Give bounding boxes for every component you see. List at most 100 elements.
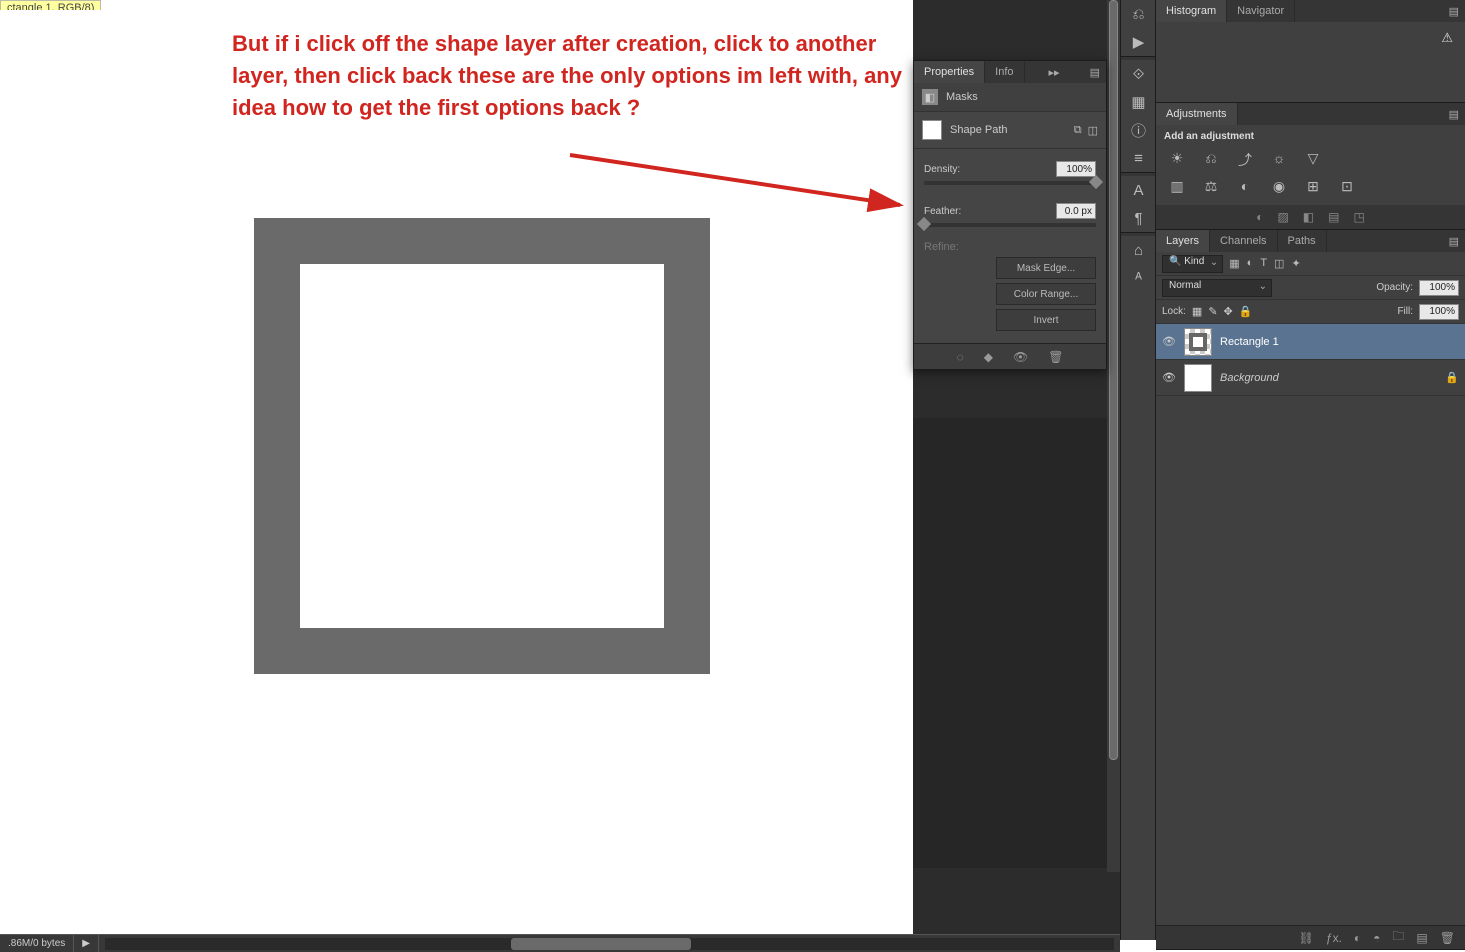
gradient-map-icon[interactable]: ▤ bbox=[1328, 210, 1339, 224]
layer-row-rectangle-1[interactable]: 👁 Rectangle 1 bbox=[1156, 324, 1465, 360]
density-slider[interactable] bbox=[924, 181, 1096, 185]
disable-mask-icon[interactable]: 👁 bbox=[1013, 350, 1028, 364]
mask-edge-button[interactable]: Mask Edge... bbox=[996, 257, 1096, 279]
blend-mode-select[interactable]: Normal bbox=[1162, 279, 1272, 297]
layer-name[interactable]: Background bbox=[1220, 372, 1279, 384]
history-icon[interactable]: ⎌ bbox=[1121, 0, 1156, 28]
balance-icon[interactable]: ⚖ bbox=[1200, 178, 1222, 195]
tab-paths[interactable]: Paths bbox=[1278, 230, 1327, 252]
canvas[interactable]: But if i click off the shape layer after… bbox=[0, 10, 913, 870]
tab-properties[interactable]: Properties bbox=[914, 61, 985, 83]
apply-mask-icon[interactable]: ◆ bbox=[984, 350, 993, 364]
filter-shape-icon[interactable]: ◫ bbox=[1274, 257, 1284, 270]
tab-channels[interactable]: Channels bbox=[1210, 230, 1277, 252]
layers-icon[interactable]: ≡ bbox=[1121, 144, 1156, 172]
invert-adj-icon[interactable]: ◐ bbox=[1256, 210, 1263, 224]
histogram-warning-icon[interactable]: ⚠ bbox=[1441, 30, 1453, 46]
properties-panel: Properties Info ▸▸ ▤ ◧ Masks Shape Path … bbox=[913, 60, 1107, 370]
panel-menu-icon[interactable]: ▤ bbox=[1084, 66, 1106, 79]
delete-mask-icon[interactable]: 🗑 bbox=[1048, 350, 1063, 364]
swatches-icon[interactable]: ▦ bbox=[1121, 88, 1156, 116]
channel-mixer-icon[interactable]: ⊞ bbox=[1302, 178, 1324, 195]
status-arrow-icon[interactable]: ▶ bbox=[74, 935, 99, 952]
load-selection-icon[interactable]: ◌ bbox=[957, 350, 964, 364]
bw-icon[interactable]: ◐ bbox=[1234, 178, 1256, 195]
fx-icon[interactable]: ƒx. bbox=[1326, 931, 1342, 945]
filter-type-icon[interactable]: T bbox=[1260, 257, 1267, 270]
tab-adjustments[interactable]: Adjustments bbox=[1156, 103, 1238, 125]
threshold-icon[interactable]: ◧ bbox=[1303, 210, 1314, 224]
density-input[interactable]: 100% bbox=[1056, 161, 1096, 177]
curves-icon[interactable]: ⤴ bbox=[1234, 150, 1256, 170]
feather-slider[interactable] bbox=[924, 223, 1096, 227]
filter-smart-icon[interactable]: ✦ bbox=[1291, 257, 1300, 270]
visibility-icon[interactable]: 👁 bbox=[1162, 335, 1176, 348]
layer-row-background[interactable]: 👁 Background 🔒 bbox=[1156, 360, 1465, 396]
select-mask-icon[interactable]: ◫ bbox=[1088, 124, 1098, 137]
glyphs-icon[interactable]: ᴬ bbox=[1121, 264, 1156, 292]
vibrance-icon[interactable]: ▽ bbox=[1302, 150, 1324, 170]
layer-name[interactable]: Rectangle 1 bbox=[1220, 336, 1279, 348]
tab-histogram[interactable]: Histogram bbox=[1156, 0, 1227, 22]
horizontal-scrollbar[interactable] bbox=[105, 938, 1114, 950]
group-icon[interactable]: 🗀 bbox=[1392, 927, 1404, 948]
hue-icon[interactable]: ▥ bbox=[1166, 178, 1188, 195]
filter-kind-select[interactable]: 🔍 Kind bbox=[1162, 255, 1223, 273]
filter-pixel-icon[interactable]: ▦ bbox=[1229, 257, 1239, 270]
fill-label: Fill: bbox=[1397, 306, 1413, 317]
lock-image-icon[interactable]: ✎ bbox=[1208, 305, 1217, 318]
vertical-scrollbar[interactable] bbox=[1107, 0, 1120, 872]
selective-color-icon[interactable]: ◳ bbox=[1353, 210, 1364, 224]
lock-position-icon[interactable]: ✥ bbox=[1224, 305, 1233, 318]
invert-button[interactable]: Invert bbox=[996, 309, 1096, 331]
layer-thumb[interactable] bbox=[1184, 364, 1212, 392]
character-icon[interactable]: A bbox=[1121, 176, 1156, 204]
delete-layer-icon[interactable]: 🗑 bbox=[1440, 931, 1455, 945]
rectangle-shape[interactable] bbox=[254, 218, 710, 674]
doc-size-label[interactable]: .86M/0 bytes bbox=[0, 935, 74, 952]
lock-icon: 🔒 bbox=[1445, 371, 1459, 384]
color-range-button[interactable]: Color Range... bbox=[996, 283, 1096, 305]
add-adjustment-label: Add an adjustment bbox=[1164, 131, 1457, 142]
paragraph-icon[interactable]: ¶ bbox=[1121, 204, 1156, 232]
new-layer-icon[interactable]: ▤ bbox=[1416, 931, 1427, 945]
lock-all-icon[interactable]: 🔒 bbox=[1239, 305, 1253, 318]
brush-icon[interactable]: ⟐ bbox=[1121, 60, 1156, 88]
feather-label: Feather: bbox=[924, 206, 961, 217]
annotation-text: But if i click off the shape layer after… bbox=[232, 28, 932, 124]
posterize-icon[interactable]: ▨ bbox=[1277, 210, 1288, 224]
link-layers-icon[interactable]: ⛓ bbox=[1299, 931, 1314, 945]
actions-icon[interactable]: ▶ bbox=[1121, 28, 1156, 56]
levels-icon[interactable]: ⎌ bbox=[1200, 150, 1222, 170]
adjustment-layer-icon[interactable]: ◓ bbox=[1373, 931, 1380, 945]
histogram-menu-icon[interactable]: ▤ bbox=[1443, 5, 1465, 18]
rectangle-inner bbox=[300, 264, 664, 628]
layers-menu-icon[interactable]: ▤ bbox=[1443, 235, 1465, 248]
adjustments-menu-icon[interactable]: ▤ bbox=[1443, 108, 1465, 121]
lookup-icon[interactable]: ⊡ bbox=[1336, 178, 1358, 195]
density-label: Density: bbox=[924, 164, 960, 175]
fill-input[interactable]: 100% bbox=[1419, 304, 1459, 320]
collapsed-panel-strip: ⎌ ▶ ⟐ ▦ ⓘ ≡ A ¶ ⌂ ᴬ bbox=[1120, 0, 1155, 940]
histogram-body: ⚠ bbox=[1156, 22, 1465, 102]
opacity-input[interactable]: 100% bbox=[1419, 280, 1459, 296]
right-panel-column: Histogram Navigator ▤ ⚠ Adjustments ▤ Ad… bbox=[1155, 0, 1465, 940]
lock-transparent-icon[interactable]: ▦ bbox=[1192, 305, 1202, 318]
exposure-icon[interactable]: ☼ bbox=[1268, 150, 1290, 170]
add-mask-icon[interactable]: ◐ bbox=[1354, 931, 1361, 945]
layer-thumb[interactable] bbox=[1184, 328, 1212, 356]
visibility-icon[interactable]: 👁 bbox=[1162, 371, 1176, 384]
tab-layers[interactable]: Layers bbox=[1156, 230, 1210, 252]
tab-navigator[interactable]: Navigator bbox=[1227, 0, 1295, 22]
info-icon[interactable]: ⓘ bbox=[1121, 116, 1156, 144]
photo-filter-icon[interactable]: ◉ bbox=[1268, 178, 1290, 195]
filter-adjust-icon[interactable]: ◐ bbox=[1247, 257, 1254, 270]
status-bar: .86M/0 bytes ▶ bbox=[0, 934, 1120, 952]
add-mask-icon[interactable]: ⧉ bbox=[1074, 124, 1082, 137]
styles-icon[interactable]: ⌂ bbox=[1121, 236, 1156, 264]
panel-collapse-icon[interactable]: ▸▸ bbox=[1043, 66, 1066, 79]
mask-icon: ◧ bbox=[922, 89, 938, 105]
brightness-icon[interactable]: ☀ bbox=[1166, 150, 1188, 170]
feather-input[interactable]: 0.0 px bbox=[1056, 203, 1096, 219]
tab-info[interactable]: Info bbox=[985, 61, 1024, 83]
